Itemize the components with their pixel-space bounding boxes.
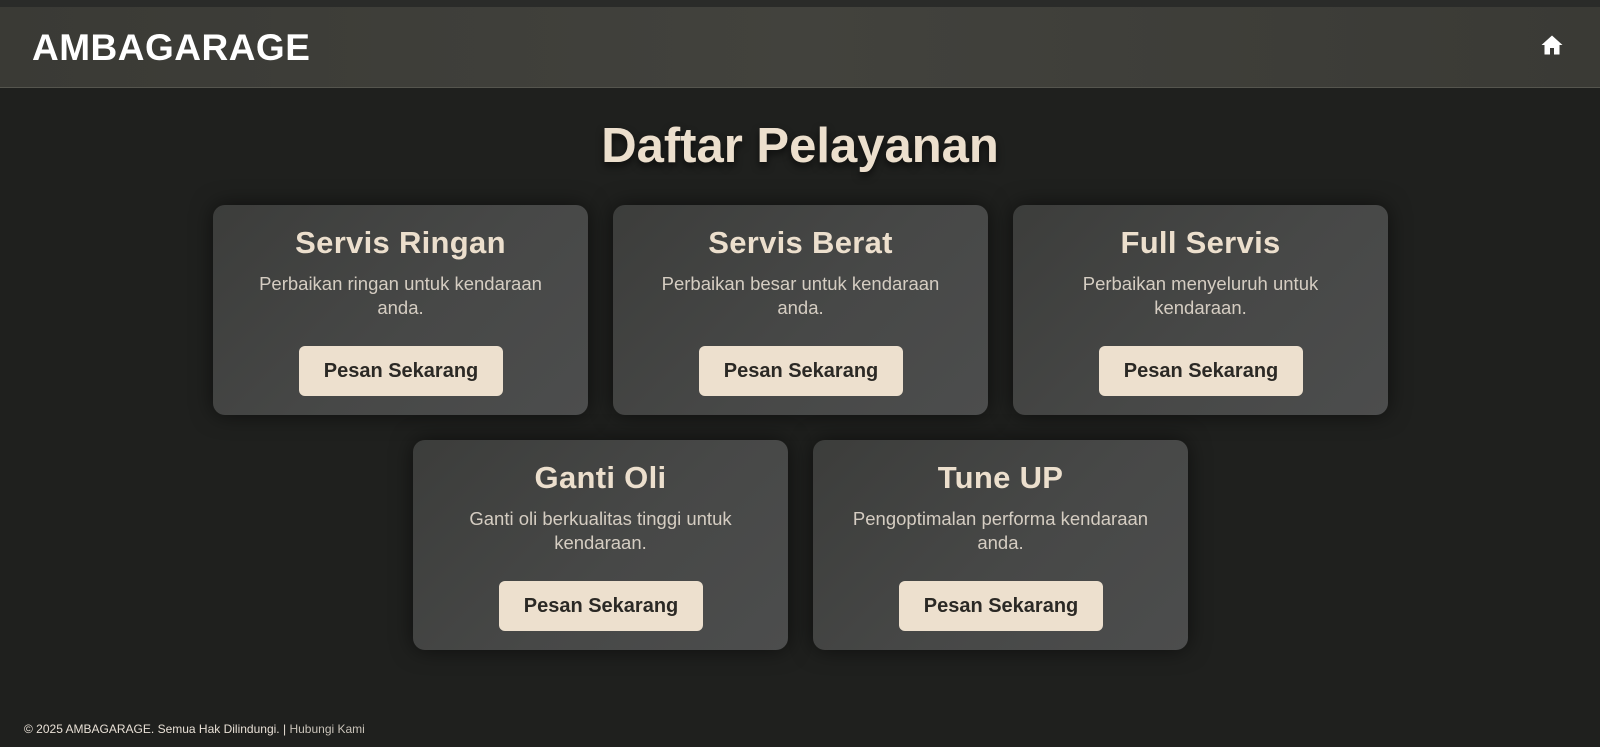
order-now-button[interactable]: Pesan Sekarang [499,581,703,631]
service-title: Ganti Oli [534,460,667,495]
site-footer: © 2025 AMBAGARAGE. Semua Hak Dilindungi.… [24,722,365,736]
service-description: Perbaikan menyeluruh untuk kendaraan. [1082,273,1319,318]
service-card-servis-berat: Servis Berat Perbaikan besar untuk kenda… [613,205,988,415]
contact-link[interactable]: Hubungi Kami [289,722,364,736]
order-now-button[interactable]: Pesan Sekarang [699,346,903,396]
order-now-button[interactable]: Pesan Sekarang [299,346,503,396]
service-title: Tune UP [937,460,1064,495]
service-card-ganti-oli: Ganti Oli Ganti oli berkualitas tinggi u… [413,440,788,650]
service-description: Pengoptimalan performa kendaraan anda. [852,508,1149,553]
service-card-full-servis: Full Servis Perbaikan menyeluruh untuk k… [1013,205,1388,415]
order-now-button[interactable]: Pesan Sekarang [899,581,1103,631]
service-title: Servis Ringan [295,225,506,260]
service-description: Ganti oli berkualitas tinggi untuk kenda… [469,508,732,553]
service-title: Servis Berat [708,225,893,260]
site-header: AMBAGARAGE [0,7,1600,88]
page-title: Daftar Pelayanan [601,119,999,173]
service-card-tune-up: Tune UP Pengoptimalan performa kendaraan… [813,440,1188,650]
service-card-servis-ringan: Servis Ringan Perbaikan ringan untuk ken… [213,205,588,415]
service-description: Perbaikan besar untuk kendaraan anda. [661,273,940,318]
service-description: Perbaikan ringan untuk kendaraan anda. [259,273,542,318]
home-icon[interactable] [1540,33,1564,57]
copyright-text: © 2025 AMBAGARAGE. Semua Hak Dilindungi. [24,722,280,736]
brand-logo-text[interactable]: AMBAGARAGE [32,27,310,69]
order-now-button[interactable]: Pesan Sekarang [1099,346,1303,396]
service-title: Full Servis [1120,225,1281,260]
footer-separator: | [282,722,287,736]
